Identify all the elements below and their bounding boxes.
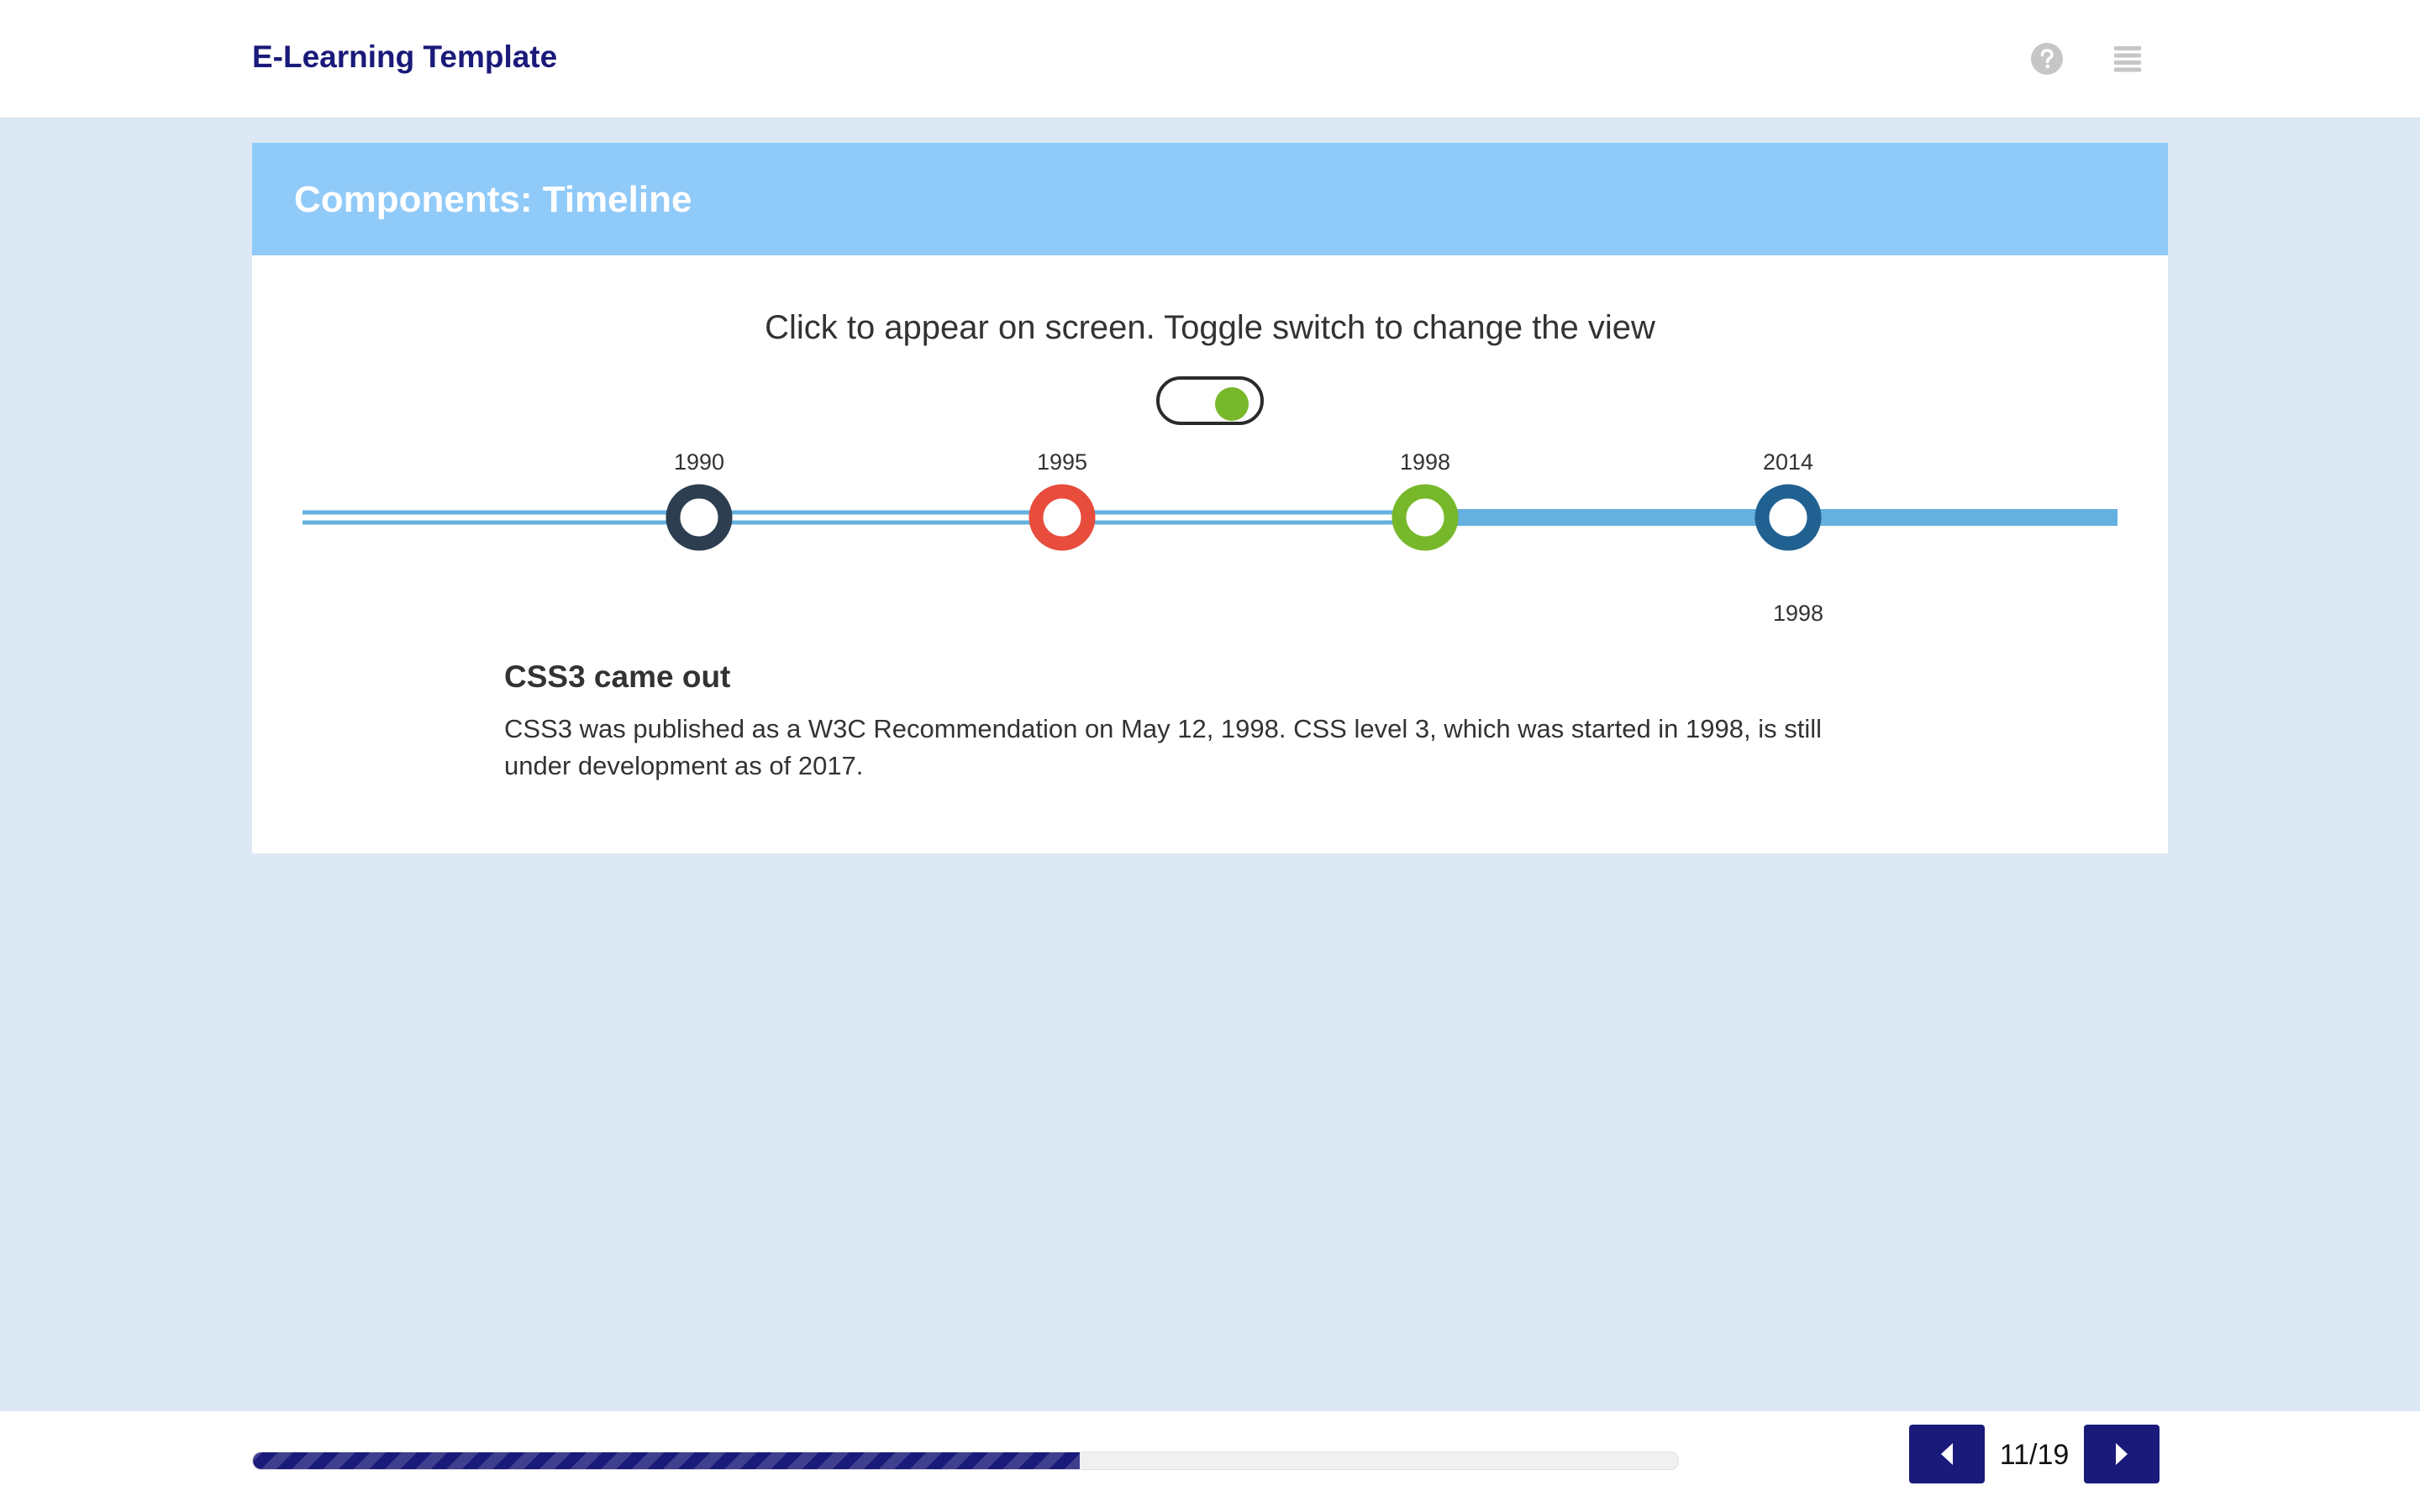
timeline-year-label: 1998 [1399, 449, 1451, 475]
app-title: E-Learning Template [252, 39, 558, 74]
timeline-node-1998[interactable] [1392, 484, 1459, 551]
timeline-year-label: 2014 [1762, 449, 1814, 475]
caret-right-icon [2116, 1443, 2128, 1465]
event-title: CSS3 came out [504, 659, 731, 694]
timeline-year-label: 1995 [1036, 449, 1088, 475]
event-description: CSS3 was published as a W3C Recommendati… [504, 714, 1822, 780]
toggle-knob [1215, 387, 1249, 421]
page-title: Components: Timeline [294, 179, 692, 220]
view-toggle-switch[interactable] [1156, 376, 1264, 425]
timeline-node-1990[interactable] [666, 484, 733, 551]
timeline-year-label: 1990 [673, 449, 725, 475]
selected-year-label: 1998 [1772, 601, 1824, 626]
page-counter: 11/19 [1999, 1439, 2070, 1471]
caret-left-icon [1941, 1443, 1953, 1465]
timeline-node-2014[interactable] [1754, 484, 1822, 551]
top-header: E-Learning Template [0, 0, 2420, 118]
previous-page-button[interactable] [1909, 1425, 1985, 1483]
menu-icon[interactable] [2111, 42, 2144, 76]
content-panel: Click to appear on screen. Toggle switch… [252, 255, 2168, 853]
timeline-node-1995[interactable] [1028, 484, 1096, 551]
footer-bar: 11/19 [0, 1411, 2420, 1512]
page-title-bar: Components: Timeline [252, 143, 2168, 255]
instruction-text: Click to appear on screen. Toggle switch… [765, 309, 1655, 346]
next-page-button[interactable] [2084, 1425, 2160, 1483]
timeline-graphic [302, 484, 2118, 551]
timeline: 1990 1995 1998 2014 1998 [252, 440, 2168, 659]
course-progress-bar [252, 1452, 1679, 1470]
course-progress-fill [253, 1452, 1080, 1469]
help-icon[interactable] [2030, 42, 2064, 76]
